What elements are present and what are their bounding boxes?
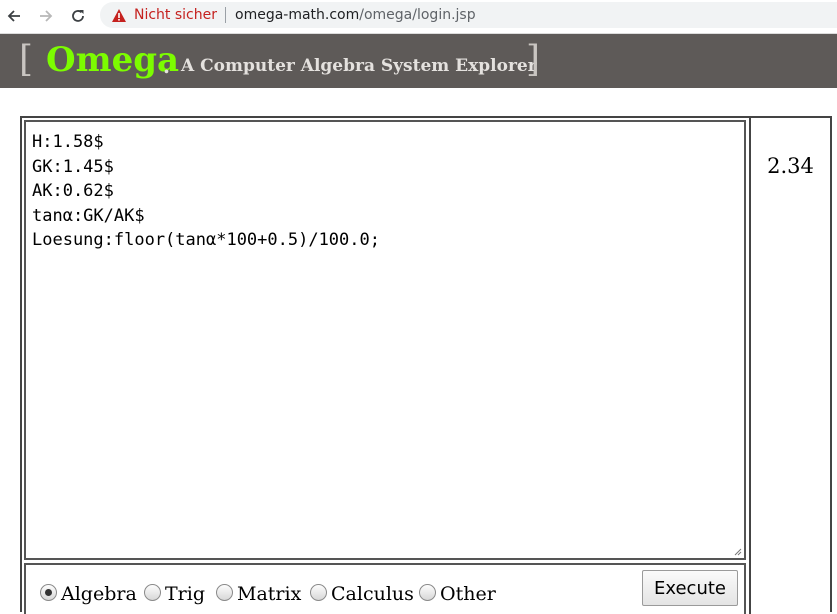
reload-button[interactable] — [66, 4, 90, 28]
radio-label: Other — [440, 583, 496, 605]
editor-frame: H:1.58$ GK:1.45$ AK:0.62$ tanα:GK/AK$ Lo… — [24, 120, 746, 560]
arrow-right-icon — [40, 10, 53, 22]
url-text[interactable]: omega-math.com/omega/login.jsp — [235, 7, 476, 23]
url-path: /omega/login.jsp — [359, 7, 476, 23]
radio-label: Calculus — [331, 583, 414, 605]
resize-grip-icon[interactable] — [732, 546, 742, 556]
arrow-left-icon — [7, 10, 20, 22]
reload-icon — [72, 10, 84, 22]
radio-selected-icon[interactable] — [40, 583, 57, 601]
mode-controls: Algebra Trig Matrix Calculus Other Execu… — [24, 563, 746, 614]
workspace-panel: H:1.58$ GK:1.45$ AK:0.62$ tanα:GK/AK$ Lo… — [20, 116, 832, 614]
result-value: 2.34 — [767, 154, 814, 178]
result-panel: 2.34 — [749, 118, 830, 614]
browser-toolbar: Nicht sicher omega-math.com/omega/login.… — [0, 0, 837, 34]
execute-button[interactable]: Execute — [642, 570, 738, 606]
close-bracket: ] — [526, 39, 541, 80]
open-bracket: [ — [19, 39, 34, 80]
brand-logo: Omega — [46, 40, 180, 80]
divider — [225, 7, 226, 23]
radio-algebra[interactable]: Algebra — [40, 579, 137, 605]
radio-icon[interactable] — [419, 583, 436, 601]
brand-dot: . — [163, 54, 170, 78]
radio-icon[interactable] — [310, 583, 327, 601]
security-status[interactable]: Nicht sicher — [134, 7, 217, 23]
address-bar[interactable]: Nicht sicher omega-math.com/omega/login.… — [100, 2, 837, 28]
radio-icon[interactable] — [144, 583, 161, 601]
back-button[interactable] — [2, 4, 26, 28]
radio-other[interactable]: Other — [419, 579, 496, 605]
radio-label: Matrix — [237, 583, 302, 605]
warning-icon[interactable] — [110, 6, 128, 24]
radio-label: Trig — [165, 583, 205, 605]
radio-trig[interactable]: Trig — [144, 579, 205, 605]
site-header: [ Omega . A Computer Algebra System Expl… — [0, 34, 837, 88]
forward-button[interactable] — [34, 4, 58, 28]
code-editor[interactable]: H:1.58$ GK:1.45$ AK:0.62$ tanα:GK/AK$ Lo… — [26, 122, 744, 558]
radio-calculus[interactable]: Calculus — [310, 579, 414, 605]
radio-label: Algebra — [61, 583, 137, 605]
radio-matrix[interactable]: Matrix — [216, 579, 301, 605]
tagline: A Computer Algebra System Explorer — [181, 56, 537, 76]
url-host: omega-math.com — [235, 7, 360, 23]
radio-icon[interactable] — [216, 583, 233, 601]
